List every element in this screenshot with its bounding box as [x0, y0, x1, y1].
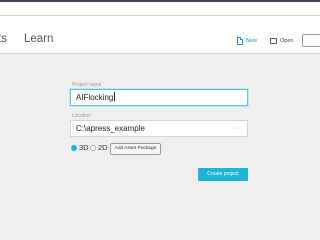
top-accent-strip — [0, 0, 320, 2]
project-name-value: AIFlocking — [76, 93, 114, 102]
header-nav: ts Learn New Open — [0, 16, 320, 54]
tab-projects[interactable]: ts — [0, 33, 7, 46]
folder-icon — [270, 38, 277, 44]
add-asset-package-button[interactable]: Add Asset Package — [110, 143, 161, 155]
location-input[interactable]: C:\apress_example ··· — [70, 120, 248, 137]
window-top-bar — [0, 0, 320, 16]
tab-learn[interactable]: Learn — [24, 33, 53, 46]
mode-3d-label: 3D — [79, 143, 89, 152]
new-label: New — [246, 38, 258, 44]
new-project-button[interactable]: New — [237, 35, 257, 47]
create-project-button[interactable]: Create project — [198, 168, 248, 181]
account-button[interactable] — [302, 34, 320, 47]
text-caret — [113, 92, 115, 101]
location-value: C:\apress_example — [76, 124, 145, 133]
project-name-label: Project name — [72, 82, 102, 88]
project-name-input[interactable]: AIFlocking — [70, 89, 248, 106]
open-project-button[interactable]: Open — [270, 35, 293, 47]
mode-2d-radio[interactable]: 2D — [90, 143, 108, 152]
mode-3d-radio[interactable]: 3D — [71, 143, 89, 152]
new-project-panel: Project name AIFlocking Location C:\apre… — [0, 54, 320, 240]
browse-location-button[interactable]: ··· — [233, 121, 242, 136]
radio-selected-icon — [71, 144, 77, 151]
open-label: Open — [280, 38, 294, 44]
location-label: Location — [72, 113, 91, 119]
radio-unselected-icon — [90, 144, 96, 151]
new-file-icon — [237, 37, 243, 45]
mode-2d-label: 2D — [98, 143, 108, 152]
